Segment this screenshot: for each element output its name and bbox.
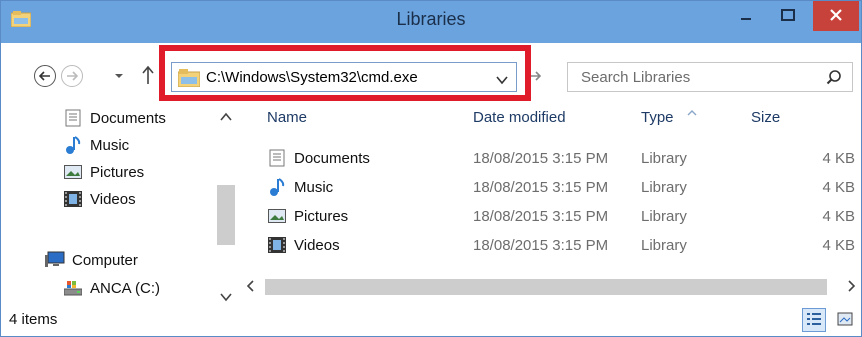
horizontal-scrollbar[interactable] — [241, 277, 861, 297]
address-highlight-box — [159, 45, 531, 101]
up-arrow-icon[interactable] — [141, 65, 155, 85]
back-arrow-icon — [38, 68, 51, 84]
row-date: 18/08/2015 3:15 PM — [473, 237, 609, 254]
row-type: Library — [641, 179, 687, 196]
scroll-left-icon[interactable] — [245, 279, 255, 296]
file-list: Name Date modified Type Size Documents 1… — [241, 101, 861, 281]
table-row[interactable]: Music 18/08/2015 3:15 PM Library 4 KB — [241, 174, 861, 202]
sidebar-item-music[interactable]: Music — [63, 132, 129, 158]
navigation-pane: Documents Music Pictures Videos Computer… — [1, 101, 239, 307]
details-view-button[interactable] — [802, 308, 826, 332]
sidebar-item-label: Computer — [72, 251, 138, 269]
maximize-button[interactable] — [771, 1, 805, 31]
row-type: Library — [641, 150, 687, 167]
sidebar-item-label: Music — [90, 136, 130, 154]
row-name-cell: Pictures — [267, 207, 348, 225]
row-name: Documents — [294, 149, 370, 167]
status-bar: 4 items — [1, 305, 861, 336]
sidebar-item-pictures[interactable]: Pictures — [63, 159, 144, 185]
large-icons-view-icon — [837, 312, 853, 329]
forward-button[interactable] — [61, 65, 83, 87]
explorer-window: Libraries C:\Windows\System32\cmd.exe Se… — [0, 0, 862, 337]
row-name-cell: Documents — [267, 149, 370, 167]
row-date: 18/08/2015 3:15 PM — [473, 208, 609, 225]
column-header-date[interactable]: Date modified — [473, 109, 566, 126]
maximize-icon — [781, 8, 795, 24]
videos-library-icon — [63, 190, 83, 208]
details-view-icon — [807, 312, 821, 328]
sidebar-item-videos[interactable]: Videos — [63, 186, 136, 212]
column-header-type[interactable]: Type — [641, 109, 674, 126]
music-library-icon — [267, 178, 287, 196]
minimize-icon — [740, 8, 752, 24]
close-button[interactable] — [813, 1, 859, 31]
title-bar[interactable]: Libraries — [1, 1, 861, 43]
row-size: 4 KB — [822, 150, 855, 167]
search-icon[interactable] — [826, 69, 842, 88]
row-name: Pictures — [294, 207, 349, 225]
search-placeholder: Search Libraries — [581, 69, 691, 86]
table-row[interactable]: Pictures 18/08/2015 3:15 PM Library 4 KB — [241, 203, 861, 231]
large-icons-view-button[interactable] — [833, 308, 857, 332]
pane-scrollbar-thumb[interactable] — [217, 185, 235, 245]
table-row[interactable]: Documents 18/08/2015 3:15 PM Library 4 K… — [241, 145, 861, 173]
sort-ascending-icon — [687, 103, 697, 119]
sidebar-item-label: Documents — [90, 109, 166, 127]
table-row[interactable]: Videos 18/08/2015 3:15 PM Library 4 KB — [241, 232, 861, 260]
row-name: Videos — [294, 236, 340, 254]
row-name-cell: Music — [267, 178, 333, 196]
row-name: Music — [294, 178, 334, 196]
row-name-cell: Videos — [267, 236, 340, 254]
back-button[interactable] — [34, 65, 56, 87]
row-size: 4 KB — [822, 208, 855, 225]
row-size: 4 KB — [822, 237, 855, 254]
music-library-icon — [63, 136, 83, 154]
sidebar-item-label: Videos — [90, 190, 136, 208]
close-icon — [830, 8, 842, 24]
forward-arrow-icon — [66, 68, 79, 84]
item-count: 4 items — [9, 311, 58, 328]
search-input[interactable]: Search Libraries — [567, 62, 853, 92]
documents-library-icon — [267, 149, 287, 167]
column-header-name[interactable]: Name — [267, 109, 307, 126]
sidebar-item-computer[interactable]: Computer — [45, 247, 138, 273]
row-type: Library — [641, 208, 687, 225]
sidebar-item-label: ANCA (C:) — [90, 279, 161, 297]
pictures-library-icon — [63, 163, 83, 181]
address-row: C:\Windows\System32\cmd.exe Search Libra… — [1, 43, 861, 101]
go-arrow-icon[interactable] — [530, 69, 542, 85]
pane-scroll-down-icon[interactable] — [220, 289, 232, 305]
recent-locations-chevron-icon[interactable] — [113, 69, 125, 81]
computer-icon — [45, 251, 65, 269]
row-size: 4 KB — [822, 179, 855, 196]
scroll-right-icon[interactable] — [847, 279, 857, 296]
drive-icon — [63, 279, 83, 297]
sidebar-item-label: Pictures — [90, 163, 145, 181]
row-date: 18/08/2015 3:15 PM — [473, 179, 609, 196]
videos-library-icon — [267, 236, 287, 254]
row-type: Library — [641, 237, 687, 254]
horizontal-scrollbar-thumb[interactable] — [265, 279, 827, 295]
pane-scroll-up-icon[interactable] — [220, 109, 232, 125]
documents-library-icon — [63, 109, 83, 127]
sidebar-item-drive-c[interactable]: ANCA (C:) — [63, 275, 160, 301]
column-header-size[interactable]: Size — [751, 109, 780, 126]
sidebar-item-documents[interactable]: Documents — [63, 105, 166, 131]
row-date: 18/08/2015 3:15 PM — [473, 150, 609, 167]
pictures-library-icon — [267, 207, 287, 225]
minimize-button[interactable] — [729, 1, 763, 31]
